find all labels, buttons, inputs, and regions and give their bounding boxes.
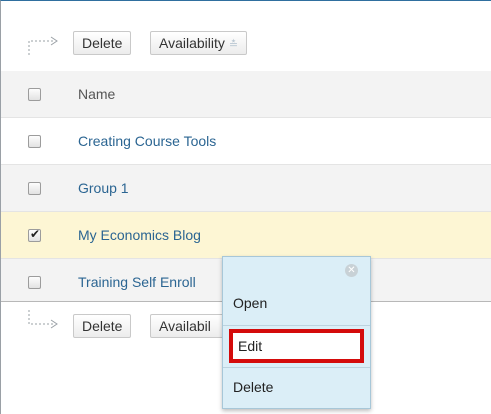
table-header: Name (1, 71, 491, 118)
menu-item-edit[interactable]: Edit (229, 329, 364, 363)
close-circle-icon[interactable]: ✕ (345, 264, 358, 277)
menu-item-open[interactable]: Open (223, 284, 370, 322)
table-row: Group 1 (1, 165, 491, 212)
menu-item-delete[interactable]: Delete (223, 368, 370, 406)
delete-button-bottom[interactable]: Delete (73, 314, 132, 338)
table-row-selected: ✔ My Economics Blog (1, 212, 491, 259)
row-checkbox[interactable] (28, 182, 41, 195)
availability-label: Availability (159, 35, 225, 51)
delete-button[interactable]: Delete (73, 31, 132, 55)
row-link[interactable]: Creating Course Tools (78, 133, 216, 149)
row-checkbox[interactable] (28, 135, 41, 148)
column-header-name[interactable]: Name (78, 86, 115, 102)
table-row: Creating Course Tools (1, 118, 491, 165)
checkmark-icon: ✔ (30, 227, 41, 241)
corner-arrow-icon (28, 36, 58, 55)
double-chevron-down-icon: ≛ (228, 39, 239, 51)
row-checkbox[interactable] (28, 276, 41, 289)
row-link[interactable]: My Economics Blog (78, 227, 201, 243)
row-link[interactable]: Group 1 (78, 180, 129, 196)
select-all-checkbox[interactable] (28, 88, 41, 101)
row-checkbox-checked[interactable]: ✔ (28, 227, 41, 242)
menu-divider (223, 325, 370, 326)
context-menu: ✕ Open Edit Delete (222, 256, 371, 409)
availability-button[interactable]: Availability ≛ (150, 31, 248, 55)
content-frame: Delete Availability ≛ Name Creating Cours… (0, 0, 491, 414)
row-link[interactable]: Training Self Enroll (78, 274, 196, 290)
top-action-bar: Delete Availability ≛ (1, 21, 491, 69)
availability-button-bottom[interactable]: Availabil (150, 314, 230, 338)
corner-arrow-icon (28, 310, 58, 329)
